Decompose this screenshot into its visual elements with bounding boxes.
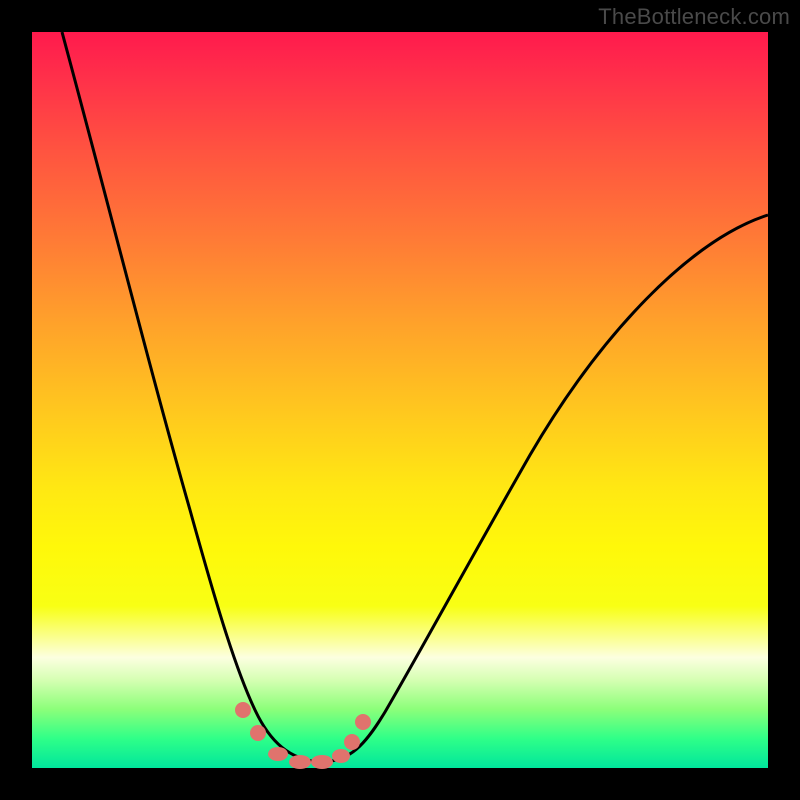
chart-frame: TheBottleneck.com [0,0,800,800]
plot-gradient-background [32,32,768,768]
watermark-text: TheBottleneck.com [598,4,790,30]
